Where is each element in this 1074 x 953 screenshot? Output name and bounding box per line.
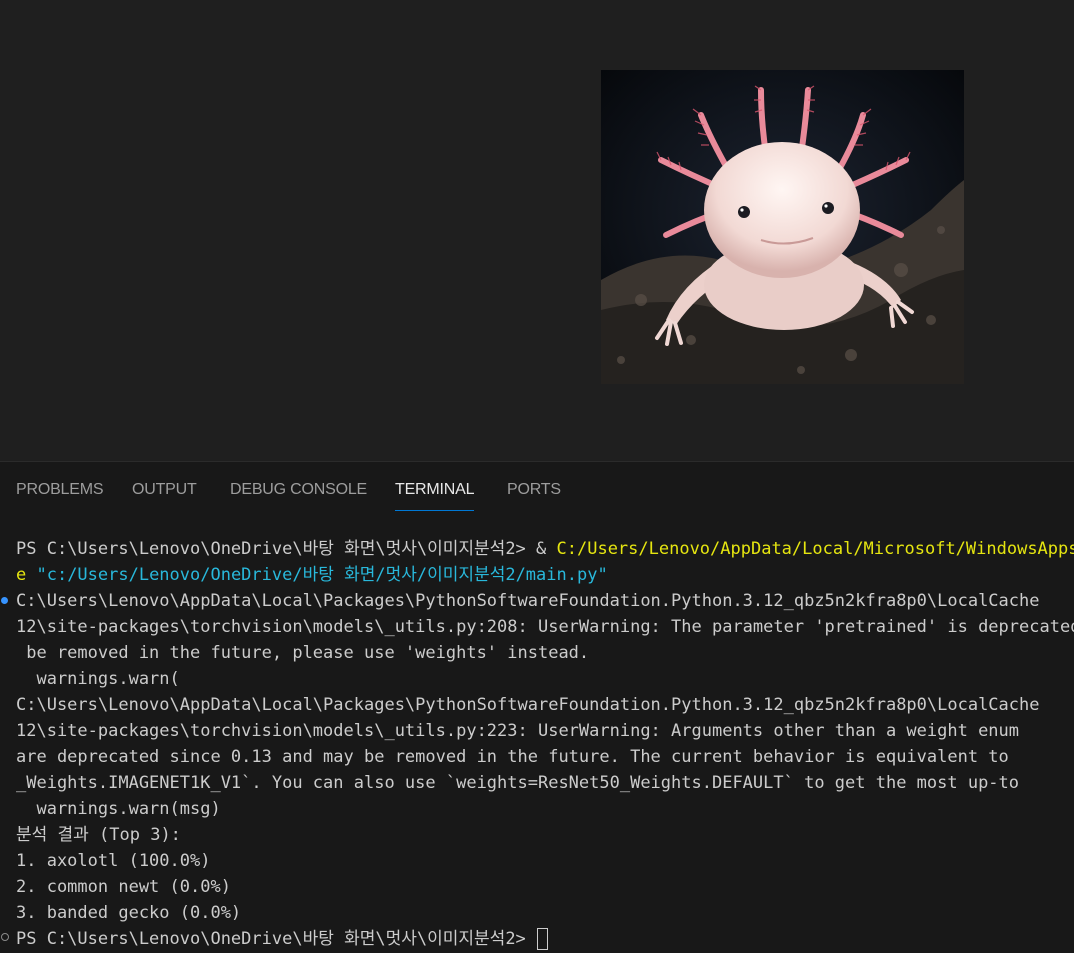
terminal-output-line: warnings.warn( [16,669,180,689]
terminal-prompt-line: PS C:\Users\Lenovo\OneDrive\바탕 화면\멋사\이미지… [16,926,549,952]
terminal-command-line: PS C:\Users\Lenovo\OneDrive\바탕 화면\멋사\이미지… [16,536,1074,562]
terminal-prompt: PS C:\Users\Lenovo\OneDrive\바탕 화면\멋사\이미지… [16,539,537,559]
terminal-output-line: C:\Users\Lenovo\AppData\Local\Packages\P… [16,591,1040,611]
result-heading: 분석 결과 (Top 3): [16,825,181,845]
terminal-output-line: 12\site-packages\torchvision\models\_uti… [16,721,1020,741]
script-path: "c:/Users/Lenovo/OneDrive/바탕 화면/멋사/이미지분석… [36,565,608,585]
terminal-operator: & [536,539,557,559]
terminal-output-line: are deprecated since 0.13 and may be rem… [16,747,1009,767]
terminal-output[interactable]: PS C:\Users\Lenovo\OneDrive\바탕 화면\멋사\이미지… [0,535,1074,953]
axolotl-image [601,70,964,384]
tab-problems[interactable]: PROBLEMS [16,481,104,511]
command-pending-dot-icon[interactable] [1,933,9,941]
tab-debug-console[interactable]: DEBUG CONSOLE [230,481,367,511]
python-path: C:/Users/Lenovo/AppData/Local/Microsoft/… [556,539,1074,559]
terminal-command-continuation: e "c:/Users/Lenovo/OneDrive/바탕 화면/멋사/이미지… [16,562,608,588]
terminal-prompt: PS C:\Users\Lenovo\OneDrive\바탕 화면\멋사\이미지… [16,929,537,949]
command-success-dot-icon[interactable] [1,597,8,604]
result-item: 3. banded gecko (0.0%) [16,903,242,923]
terminal-output-line: 12\site-packages\torchvision\models\_uti… [16,617,1074,637]
terminal-output-line: be removed in the future, please use 'we… [16,643,590,663]
python-path-tail: e [16,565,37,585]
bottom-panel: PROBLEMS OUTPUT DEBUG CONSOLE TERMINAL P… [0,461,1074,953]
terminal-output-line: C:\Users\Lenovo\AppData\Local\Packages\P… [16,695,1040,715]
result-item: 1. axolotl (100.0%) [16,851,211,871]
panel-tab-bar: PROBLEMS OUTPUT DEBUG CONSOLE TERMINAL P… [0,462,1074,518]
editor-area [0,0,1074,461]
terminal-cursor [537,928,549,950]
terminal-output-line: _Weights.IMAGENET1K_V1`. You can also us… [16,773,1020,793]
tab-output[interactable]: OUTPUT [132,481,197,511]
tab-terminal[interactable]: TERMINAL [395,481,475,511]
terminal-output-line: warnings.warn(msg) [16,799,221,819]
tab-ports[interactable]: PORTS [507,481,561,511]
result-item: 2. common newt (0.0%) [16,877,231,897]
